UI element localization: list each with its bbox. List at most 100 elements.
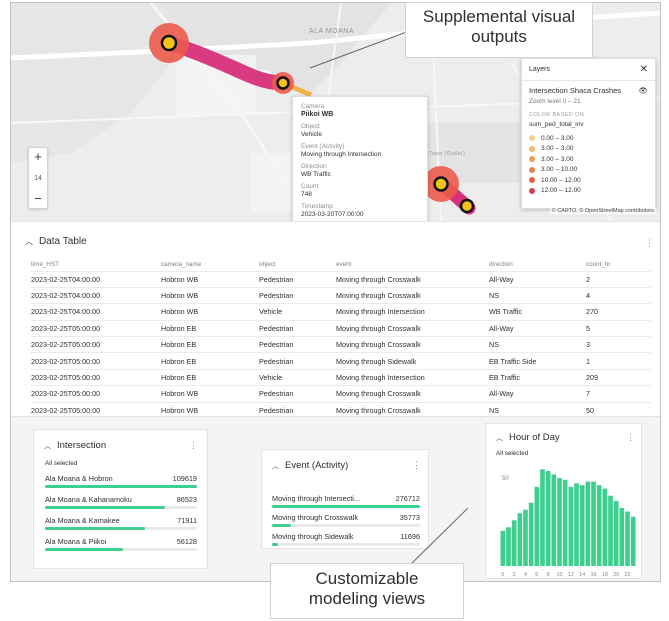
zoom-out-button[interactable]: − bbox=[34, 192, 42, 206]
hour-bar-21[interactable] bbox=[619, 507, 625, 566]
category-label: Moving through Crosswalk bbox=[272, 513, 358, 522]
table-cell: Pedestrian bbox=[259, 352, 336, 370]
hour-bar-20[interactable] bbox=[613, 500, 619, 566]
table-cell: 2 bbox=[586, 270, 651, 288]
hour-bar-1[interactable] bbox=[506, 527, 511, 566]
chevron-up-icon[interactable]: ︿ bbox=[496, 433, 503, 443]
category-item[interactable]: Ala Moana & Kahanamoku 86523 bbox=[45, 495, 197, 510]
more-options-icon[interactable]: ⋮ bbox=[626, 432, 635, 443]
category-value: 71911 bbox=[177, 516, 197, 525]
category-bar-fill bbox=[45, 506, 166, 509]
table-cell: 7 bbox=[586, 385, 651, 403]
hour-bar-10[interactable] bbox=[557, 478, 562, 566]
hour-bar-23[interactable] bbox=[630, 516, 636, 566]
hour-bar-2[interactable] bbox=[511, 520, 517, 566]
x-tick-label: 16 bbox=[590, 572, 596, 578]
table-cell: All-Way bbox=[489, 385, 586, 403]
hour-bar-19[interactable] bbox=[608, 495, 613, 566]
more-options-icon[interactable]: ⋮ bbox=[645, 238, 654, 249]
hour-bar-5[interactable] bbox=[528, 502, 534, 566]
category-item[interactable]: Ala Moana & Hobron 109619 bbox=[45, 474, 197, 489]
hour-bar-8[interactable] bbox=[545, 471, 551, 566]
table-row[interactable]: 2023-02-25T04:00:00 Hobron WB Pedestrian Mo… bbox=[31, 270, 651, 288]
category-value: 86523 bbox=[176, 495, 197, 504]
category-item[interactable]: Moving through Crosswalk 35773 bbox=[272, 513, 420, 528]
hour-bar-3[interactable] bbox=[517, 513, 523, 566]
category-item[interactable]: Ala Moana & Kamakee 71911 bbox=[45, 516, 197, 531]
close-icon[interactable]: ✕ bbox=[640, 64, 648, 75]
data-table-header[interactable]: ︿ Data Table bbox=[25, 236, 87, 247]
table-row[interactable]: 2023-02-25T05:00:00 Hobron EB Pedestrian Mo… bbox=[31, 319, 651, 337]
category-item[interactable]: Moving through Intersecti... 276712 bbox=[272, 494, 420, 509]
more-options-icon[interactable]: ⋮ bbox=[412, 460, 421, 471]
tooltip-count-value: 748 bbox=[301, 191, 312, 198]
table-row[interactable]: 2023-02-25T04:00:00 Hobron WB Pedestrian Mo… bbox=[31, 286, 651, 304]
x-tick-label: 20 bbox=[613, 572, 619, 578]
column-header[interactable]: direction bbox=[489, 258, 586, 271]
tooltip-object-key: Object bbox=[301, 123, 320, 130]
table-cell: Pedestrian bbox=[259, 319, 336, 337]
eye-icon[interactable]: 👁 bbox=[638, 86, 648, 95]
category-item[interactable]: Ala Moana & Piikoi 56128 bbox=[45, 537, 197, 552]
y-tick-label: 50 bbox=[502, 476, 509, 482]
hour-bar-0[interactable] bbox=[500, 530, 506, 566]
table-row[interactable]: 2023-02-25T05:00:00 Hobron EB Vehicle Movin… bbox=[31, 368, 651, 386]
zoom-in-button[interactable]: + bbox=[34, 150, 42, 164]
zoom-level: 14 bbox=[34, 174, 42, 182]
event-widget-header[interactable]: ︿ Event (Activity) bbox=[272, 460, 348, 471]
category-item[interactable]: Moving through Sidewalk 11696 bbox=[272, 532, 420, 547]
legend-item: 0.00 – 3.00 bbox=[529, 133, 648, 144]
tooltip-direction-value: WB Traffic bbox=[301, 171, 331, 178]
chevron-up-icon[interactable]: ︿ bbox=[272, 461, 279, 471]
x-tick-label: 18 bbox=[602, 572, 608, 578]
hour-bar-15[interactable] bbox=[585, 481, 591, 566]
x-tick-label: 6 bbox=[535, 572, 538, 578]
callout-supplemental-outputs: Supplemental visual outputs bbox=[405, 2, 593, 58]
category-bar-track bbox=[45, 485, 197, 488]
hour-of-day-chart[interactable]: 50 0 2 4 6 8 10 12 14 16 18 20 22 bbox=[492, 460, 640, 578]
intersection-widget: ︿ Intersection ⋮ All selected Ala Moana … bbox=[33, 429, 208, 569]
category-label: Ala Moana & Hobron bbox=[45, 474, 113, 483]
category-bar-track bbox=[272, 505, 420, 508]
hour-bar-16[interactable] bbox=[591, 481, 596, 566]
table-row[interactable]: 2023-02-25T04:00:00 Hobron WB Vehicle Movin… bbox=[31, 303, 651, 321]
column-header[interactable]: count_hr bbox=[586, 258, 651, 271]
table-cell: Pedestrian bbox=[259, 385, 336, 403]
hour-bar-9[interactable] bbox=[551, 474, 557, 566]
column-header[interactable]: camera_name bbox=[161, 258, 259, 271]
hour-of-day-widget-header[interactable]: ︿ Hour of Day bbox=[496, 432, 560, 443]
hour-bar-6[interactable] bbox=[534, 486, 540, 566]
tooltip-camera-key: Camera bbox=[301, 103, 325, 110]
hour-bar-4[interactable] bbox=[523, 509, 528, 566]
chevron-up-icon[interactable]: ︿ bbox=[44, 441, 51, 451]
table-cell: 2023-02-25T04:00:00 bbox=[31, 270, 161, 288]
hour-bar-11[interactable] bbox=[562, 479, 568, 566]
legend-label: 3.00 – 3.00 bbox=[541, 145, 574, 153]
layer-name: Intersection Shaca Crashes bbox=[529, 86, 622, 95]
hour-bar-18[interactable] bbox=[602, 488, 608, 566]
hour-bar-13[interactable] bbox=[574, 483, 579, 566]
map-attribution: © CARTO, © OpenStreetMap contributors bbox=[549, 208, 656, 214]
hour-bar-14[interactable] bbox=[579, 485, 585, 566]
hour-bar-12[interactable] bbox=[568, 486, 574, 566]
table-row[interactable]: 2023-02-25T05:00:00 Hobron EB Pedestrian Mo… bbox=[31, 336, 651, 353]
column-header[interactable]: object bbox=[259, 258, 336, 271]
chevron-up-icon[interactable]: ︿ bbox=[25, 236, 33, 247]
hour-bar-22[interactable] bbox=[625, 511, 630, 566]
layer-legend: 0.00 – 3.00 3.00 – 3.00 3.00 – 3.00 3.00 – … bbox=[529, 133, 648, 196]
map-tooltip: Camera Piikoi WB Object Vehicle Event (A… bbox=[292, 96, 428, 221]
table-cell: Moving through Crosswalk bbox=[336, 270, 489, 288]
tooltip-event-key: Event (Activity) bbox=[301, 143, 345, 150]
more-options-icon[interactable]: ⋮ bbox=[189, 440, 198, 451]
table-cell: 2023-02-25T04:00:00 bbox=[31, 303, 161, 321]
table-row[interactable]: 2023-02-25T05:00:00 Hobron EB Pedestrian Mo… bbox=[31, 352, 651, 370]
intersection-widget-header[interactable]: ︿ Intersection bbox=[44, 440, 106, 451]
column-header[interactable]: event bbox=[336, 258, 489, 271]
table-cell: 2023-02-25T05:00:00 bbox=[31, 352, 161, 370]
tooltip-camera-value: Piikoi WB bbox=[301, 111, 334, 118]
hour-bar-7[interactable] bbox=[540, 469, 545, 566]
hour-bar-17[interactable] bbox=[596, 485, 602, 566]
table-cell: Vehicle bbox=[259, 368, 336, 386]
column-header[interactable]: time_HST bbox=[31, 258, 161, 271]
table-row[interactable]: 2023-02-25T05:00:00 Hobron WB Pedestrian Mo… bbox=[31, 385, 651, 403]
